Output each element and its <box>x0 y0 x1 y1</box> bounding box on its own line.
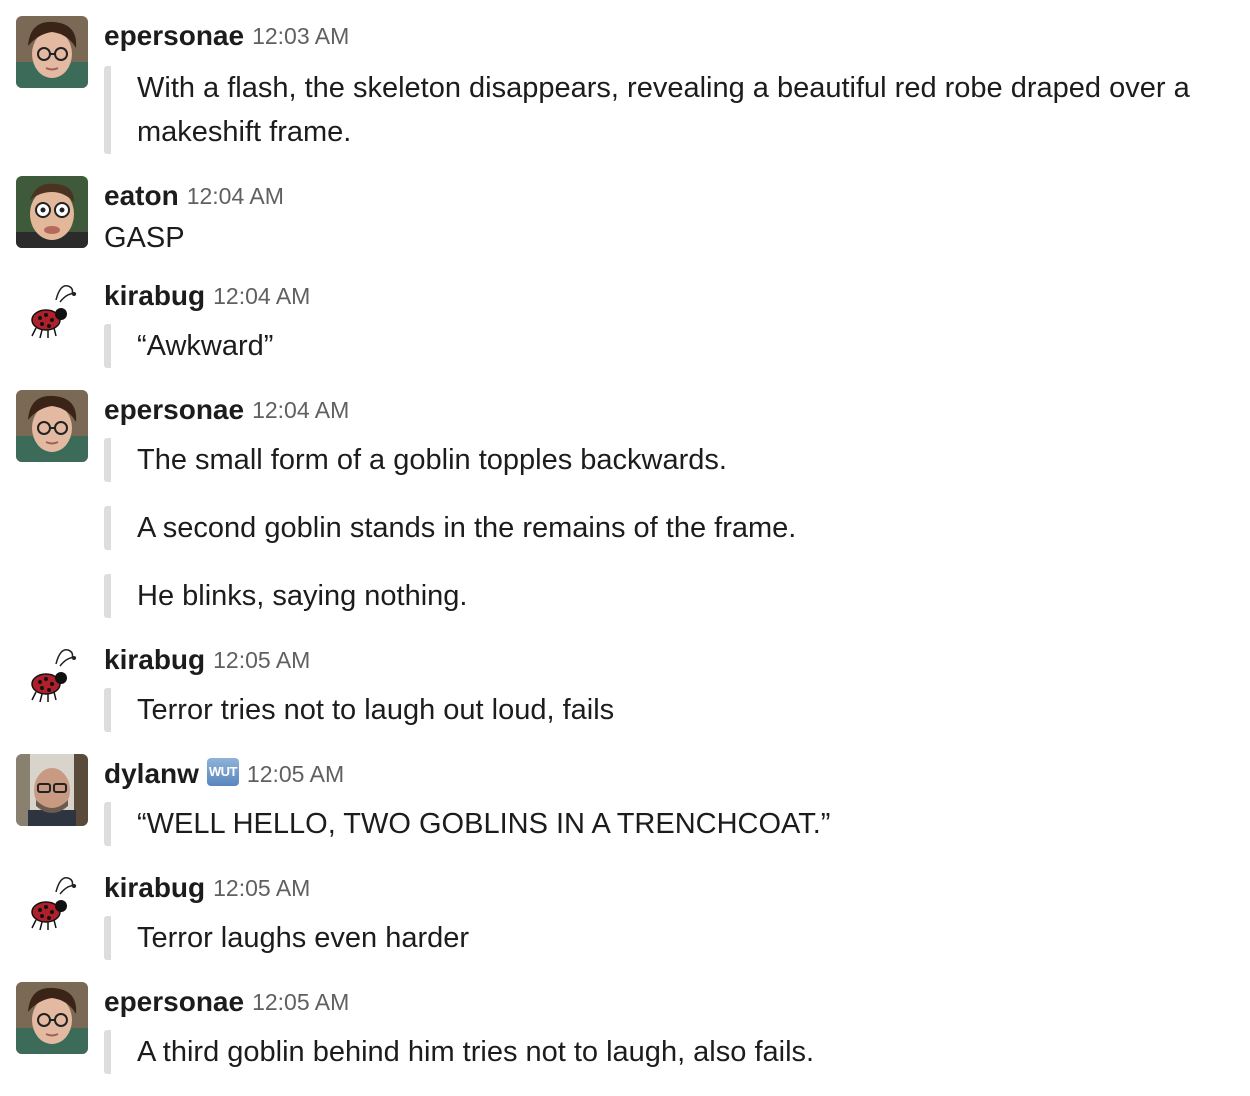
message-header: kirabug 12:04 AM <box>104 276 310 316</box>
timestamp[interactable]: 12:04 AM <box>187 183 284 209</box>
timestamp[interactable]: 12:05 AM <box>247 761 344 787</box>
author-name[interactable]: epersonae <box>104 20 244 51</box>
avatar[interactable] <box>16 868 88 940</box>
message-header: dylanw WUT 12:05 AM <box>104 754 344 794</box>
author-name[interactable]: kirabug <box>104 872 205 903</box>
quoted-text: A third goblin behind him tries not to l… <box>104 1030 1220 1074</box>
message-header: epersonae 12:04 AM <box>104 390 349 430</box>
timestamp[interactable]: 12:03 AM <box>252 23 349 49</box>
avatar[interactable] <box>16 754 88 826</box>
quoted-text: “Awkward” <box>104 324 1220 368</box>
timestamp[interactable]: 12:04 AM <box>213 283 310 309</box>
quoted-text: Terror tries not to laugh out loud, fail… <box>104 688 1220 732</box>
quoted-text: A second goblin stands in the remains of… <box>104 506 1220 550</box>
author-name[interactable]: dylanw <box>104 758 199 789</box>
timestamp[interactable]: 12:05 AM <box>213 875 310 901</box>
message-header: kirabug 12:05 AM <box>104 640 310 680</box>
quoted-text: Terror laughs even harder <box>104 916 1220 960</box>
avatar[interactable] <box>16 176 88 248</box>
quoted-text: “WELL HELLO, TWO GOBLINS IN A TRENCHCOAT… <box>104 802 1220 846</box>
avatar[interactable] <box>16 390 88 462</box>
wut-status-badge[interactable]: WUT <box>206 758 239 786</box>
timestamp[interactable]: 12:05 AM <box>252 989 349 1015</box>
timestamp[interactable]: 12:04 AM <box>252 397 349 423</box>
message-header: kirabug 12:05 AM <box>104 868 310 908</box>
author-name[interactable]: kirabug <box>104 644 205 675</box>
avatar[interactable] <box>16 276 88 348</box>
quoted-text: With a flash, the skeleton disappears, r… <box>104 66 1220 154</box>
timestamp[interactable]: 12:05 AM <box>213 647 310 673</box>
avatar[interactable] <box>16 16 88 88</box>
message-text: GASP <box>104 222 185 254</box>
avatar[interactable] <box>16 640 88 712</box>
author-name[interactable]: kirabug <box>104 280 205 311</box>
author-name[interactable]: eaton <box>104 180 179 211</box>
message-header: eaton 12:04 AM <box>104 176 284 216</box>
avatar[interactable] <box>16 982 88 1054</box>
author-name[interactable]: epersonae <box>104 986 244 1017</box>
quoted-text: He blinks, saying nothing. <box>104 574 1220 618</box>
quoted-text: The small form of a goblin topples backw… <box>104 438 1220 482</box>
author-name[interactable]: epersonae <box>104 394 244 425</box>
message-header: epersonae 12:03 AM <box>104 16 349 56</box>
message-header: epersonae 12:05 AM <box>104 982 349 1022</box>
